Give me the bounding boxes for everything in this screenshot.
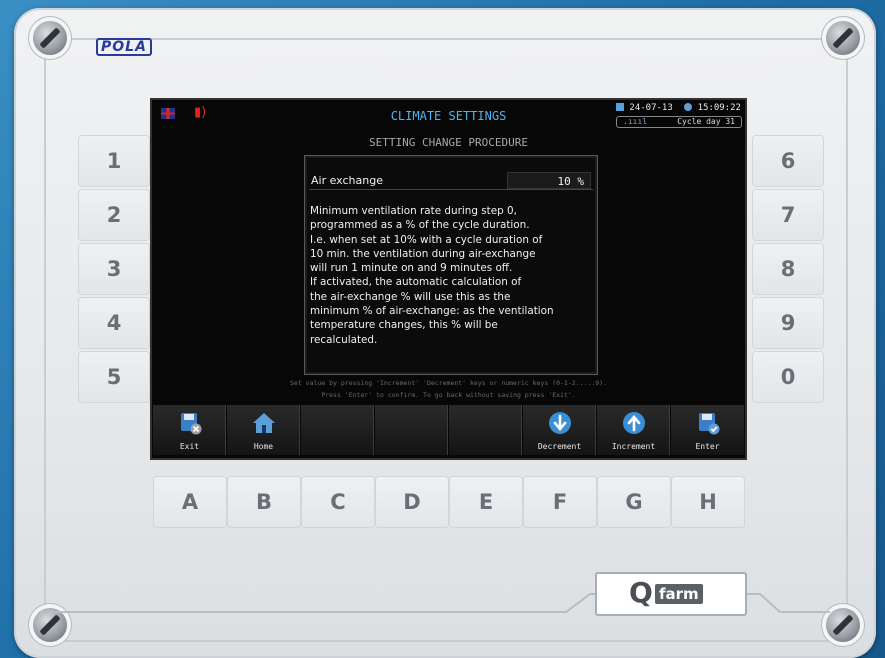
logo-farm: farm bbox=[655, 584, 703, 604]
qfarm-logo: Q farm bbox=[595, 572, 747, 616]
panel-groove-line bbox=[40, 593, 830, 613]
logo-q: Q bbox=[629, 576, 653, 609]
